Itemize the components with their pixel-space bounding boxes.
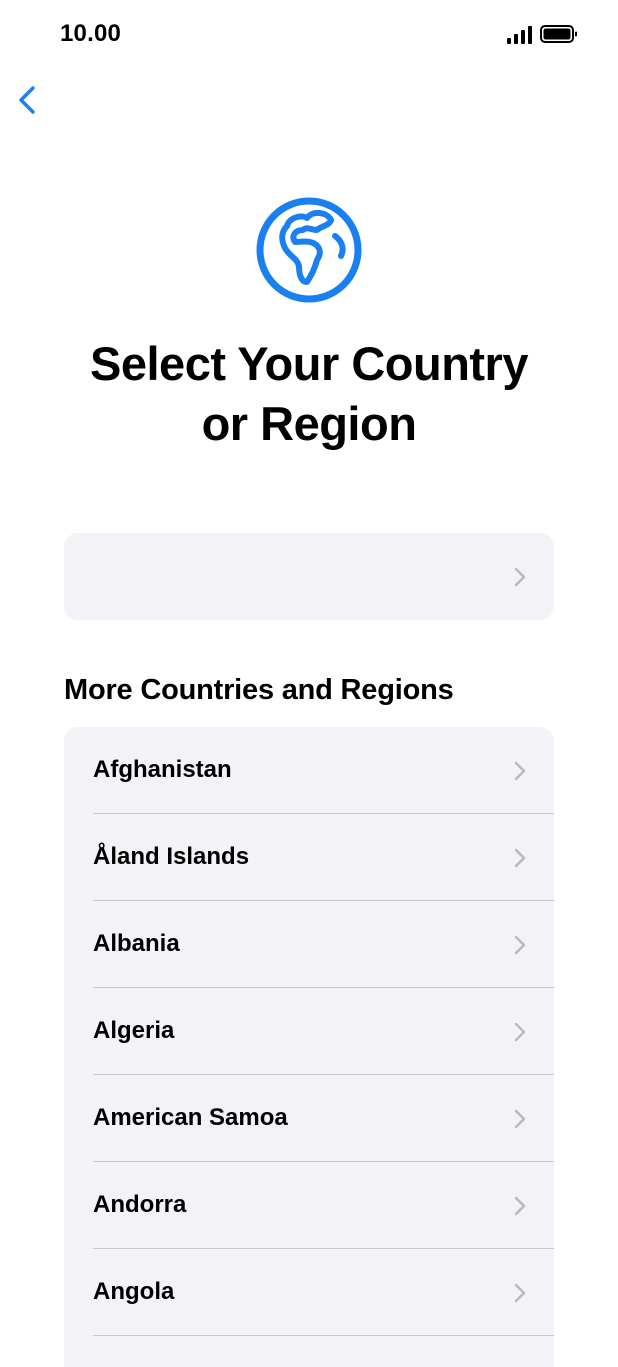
country-list: Afghanistan Åland Islands Albania Algeri… <box>64 727 554 1367</box>
page-title-line-2: or Region <box>201 397 417 450</box>
section-heading: More Countries and Regions <box>64 674 454 706</box>
suggested-region-row[interactable] <box>64 533 554 620</box>
list-item-andorra[interactable]: Andorra <box>64 1162 554 1249</box>
cellular-signal-icon <box>507 24 532 44</box>
list-item-label: Andorra <box>93 1191 187 1218</box>
page-title: Select Your Country or Region <box>0 334 618 454</box>
chevron-right-icon <box>514 848 526 867</box>
chevron-right-icon <box>514 761 526 780</box>
list-item-aland-islands[interactable]: Åland Islands <box>64 814 554 901</box>
list-item-label: Afghanistan <box>93 756 232 783</box>
list-item-label: Åland Islands <box>93 843 250 870</box>
globe-icon <box>256 197 362 303</box>
chevron-right-icon <box>514 935 526 954</box>
page-title-line-1: Select Your Country <box>90 337 528 390</box>
list-item-angola[interactable]: Angola <box>64 1249 554 1336</box>
chevron-left-icon <box>19 86 35 114</box>
battery-icon <box>540 25 577 43</box>
list-item-albania[interactable]: Albania <box>64 901 554 988</box>
chevron-right-icon <box>514 1109 526 1128</box>
chevron-right-icon <box>514 567 526 586</box>
chevron-right-icon <box>514 1283 526 1302</box>
status-bar: 10.00 <box>0 0 618 70</box>
list-item-label: Albania <box>93 930 180 957</box>
list-item-afghanistan[interactable]: Afghanistan <box>64 727 554 814</box>
status-time: 10.00 <box>60 20 122 47</box>
list-item-label: Angola <box>93 1278 175 1305</box>
list-item-label: American Samoa <box>93 1104 288 1131</box>
list-item-algeria[interactable]: Algeria <box>64 988 554 1075</box>
status-icons <box>507 24 578 44</box>
chevron-right-icon <box>514 1022 526 1041</box>
list-item-american-samoa[interactable]: American Samoa <box>64 1075 554 1162</box>
chevron-right-icon <box>514 1196 526 1215</box>
list-item-label: Algeria <box>93 1017 175 1044</box>
back-button[interactable] <box>12 80 48 120</box>
separator <box>93 1335 554 1336</box>
